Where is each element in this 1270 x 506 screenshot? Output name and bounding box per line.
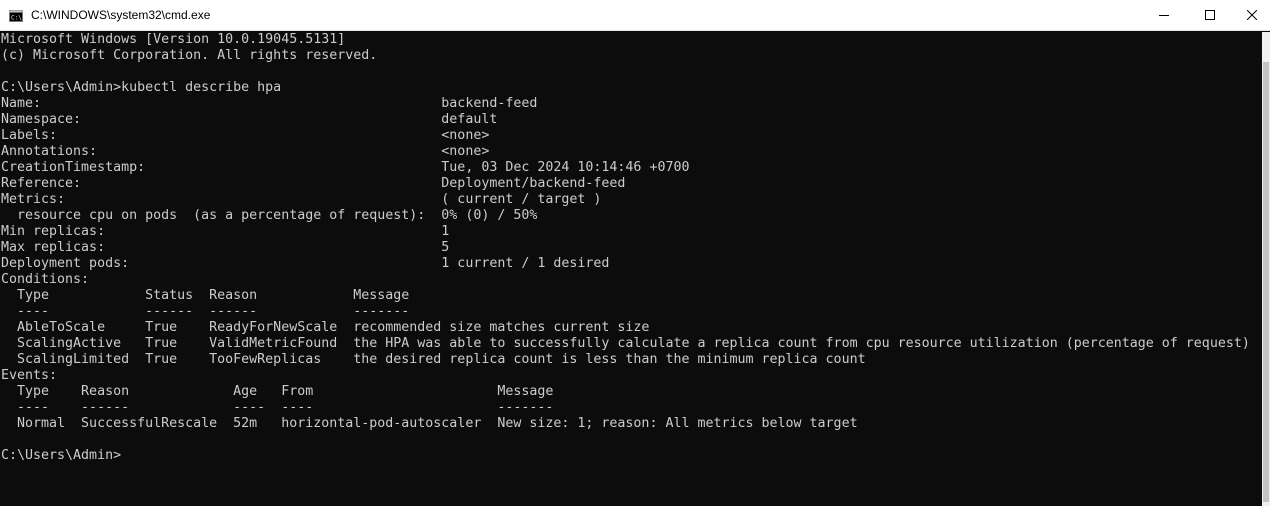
- console-line: Microsoft Windows [Version 10.0.19045.51…: [1, 32, 346, 47]
- console-line: Events:: [1, 368, 58, 383]
- console-line: ScalingLimited True TooFewReplicas the d…: [1, 352, 866, 367]
- console-line: Labels: <none>: [1, 128, 490, 143]
- console-line: Metrics: ( current / target ): [1, 192, 602, 207]
- console-line: Normal SuccessfulRescale 52m horizontal-…: [1, 416, 858, 431]
- console-line: Reference: Deployment/backend-feed: [1, 176, 626, 191]
- console-line: CreationTimestamp: Tue, 03 Dec 2024 10:1…: [1, 160, 690, 175]
- close-icon: [1246, 7, 1257, 25]
- console-line: ScalingActive True ValidMetricFound the …: [1, 336, 1250, 351]
- console-line: Max replicas: 5: [1, 240, 450, 255]
- console-line: Conditions:: [1, 272, 90, 287]
- console-line: (c) Microsoft Corporation. All rights re…: [1, 48, 378, 63]
- console-line: Name: backend-feed: [1, 96, 538, 111]
- maximize-icon: [1205, 7, 1215, 25]
- scrollbar-thumb[interactable]: [1263, 62, 1269, 502]
- console-line: Type Reason Age From Message: [1, 384, 554, 399]
- console-line: C:\Users\Admin>kubectl describe hpa: [1, 80, 282, 95]
- console-line: ---- ------ ------ -------: [1, 304, 410, 319]
- svg-text:C:\: C:\: [11, 15, 22, 22]
- close-button[interactable]: [1233, 0, 1270, 31]
- console-line: Deployment pods: 1 current / 1 desired: [1, 256, 610, 271]
- console-line: Min replicas: 1: [1, 224, 450, 239]
- window-title: C:\WINDOWS\system32\cmd.exe: [31, 8, 211, 22]
- console-line: Type Status Reason Message: [1, 288, 410, 303]
- cmd-window: C:\ C:\WINDOWS\system32\cmd.exe Microsof…: [0, 0, 1270, 506]
- title-bar[interactable]: C:\ C:\WINDOWS\system32\cmd.exe: [0, 0, 1270, 31]
- vertical-scrollbar[interactable]: [1262, 32, 1270, 506]
- maximize-button[interactable]: [1187, 0, 1233, 31]
- cmd-icon[interactable]: C:\: [9, 9, 23, 22]
- console-line: C:\Users\Admin>: [1, 448, 122, 463]
- console-line: AbleToScale True ReadyForNewScale recomm…: [1, 320, 650, 335]
- console-line: Annotations: <none>: [1, 144, 490, 159]
- console-output[interactable]: Microsoft Windows [Version 10.0.19045.51…: [0, 32, 1262, 506]
- console-line: Namespace: default: [1, 112, 498, 127]
- minimize-button[interactable]: [1141, 0, 1187, 31]
- console-line: ---- ------ ---- ---- -------: [1, 400, 554, 415]
- console-line: resource cpu on pods (as a percentage of…: [1, 208, 538, 223]
- minimize-icon: [1159, 7, 1169, 25]
